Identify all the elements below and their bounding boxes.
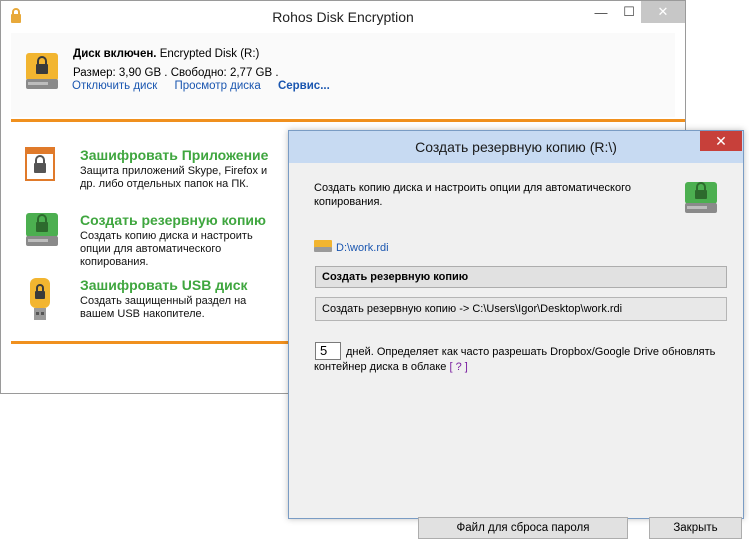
- dialog-description: Создать копию диска и настроить опции дл…: [314, 182, 631, 208]
- password-reset-file-button[interactable]: Файл для сброса пароля: [418, 517, 628, 539]
- days-description: дней. Определяет как часто разрешать Dro…: [314, 345, 744, 375]
- create-backup-button[interactable]: Создать резервную копию: [315, 266, 727, 288]
- dialog-body: Создать копию диска и настроить опции дл…: [297, 163, 742, 539]
- app-window-lock-icon: [25, 147, 55, 184]
- maximize-button[interactable]: ☐: [615, 1, 643, 23]
- main-title-bar: Rohos Disk Encryption — ☐ ✕: [1, 1, 685, 33]
- dialog-title-bar: Создать резервную копию (R:\) ✕: [289, 131, 743, 163]
- orange-divider-top: [11, 119, 685, 122]
- drive-icon: [314, 240, 332, 255]
- disconnect-disk-link[interactable]: Отключить диск: [72, 80, 157, 92]
- browse-disk-link[interactable]: Просмотр диска: [174, 80, 260, 92]
- menu-backup-title[interactable]: Создать резервную копию: [80, 212, 266, 228]
- orange-divider-bottom: [11, 341, 301, 344]
- disk-size-info: Размер: 3,90 GB . Свободно: 2,77 GB .: [73, 67, 279, 79]
- disk-info-panel: Диск включен. Encrypted Disk (R:) Размер…: [11, 33, 675, 117]
- help-link[interactable]: [ ? ]: [449, 361, 467, 373]
- dialog-close-button[interactable]: ✕: [700, 131, 742, 151]
- disk-status-name: Encrypted Disk (R:): [159, 48, 260, 60]
- disk-links: Отключить диск Просмотр диска Сервис...: [72, 80, 344, 92]
- green-disk-lock-icon: [25, 212, 59, 251]
- close-button[interactable]: ✕: [641, 1, 685, 23]
- minimize-button[interactable]: —: [587, 1, 615, 23]
- menu-encrypt-usb-desc: Создать защищенный раздел на вашем USB н…: [80, 295, 247, 320]
- menu-encrypt-app-desc: Защита приложений Skype, Firefox и др. л…: [80, 165, 268, 190]
- menu-encrypt-usb-title[interactable]: Зашифровать USB диск: [80, 277, 247, 293]
- days-description-text: дней. Определяет как часто разрешать Dro…: [314, 346, 716, 373]
- menu-backup-desc: Создать копию диска и настроить опции дл…: [80, 230, 253, 268]
- menu-encrypt-app-title[interactable]: Зашифровать Приложение: [80, 147, 268, 163]
- backup-status: Создать резервную копию -> C:\Users\Igor…: [315, 297, 727, 321]
- disk-status-bold: Диск включен.: [73, 48, 157, 60]
- service-link[interactable]: Сервис...: [278, 80, 330, 92]
- dialog-title: Создать резервную копию (R:\): [415, 139, 617, 155]
- backup-file-row[interactable]: D:\work.rdi: [314, 240, 389, 255]
- backup-file-path[interactable]: D:\work.rdi: [336, 242, 389, 254]
- backup-dialog: Создать резервную копию (R:\) ✕ Создать …: [288, 130, 744, 539]
- usb-drive-lock-icon: [25, 277, 55, 326]
- days-input[interactable]: 5: [315, 342, 341, 360]
- main-window-title: Rohos Disk Encryption: [272, 9, 414, 25]
- disk-status: Диск включен. Encrypted Disk (R:): [73, 48, 259, 60]
- green-disk-icon: [684, 181, 718, 218]
- dialog-close-action-button[interactable]: Закрыть: [649, 517, 742, 539]
- encrypted-disk-icon: [25, 51, 59, 94]
